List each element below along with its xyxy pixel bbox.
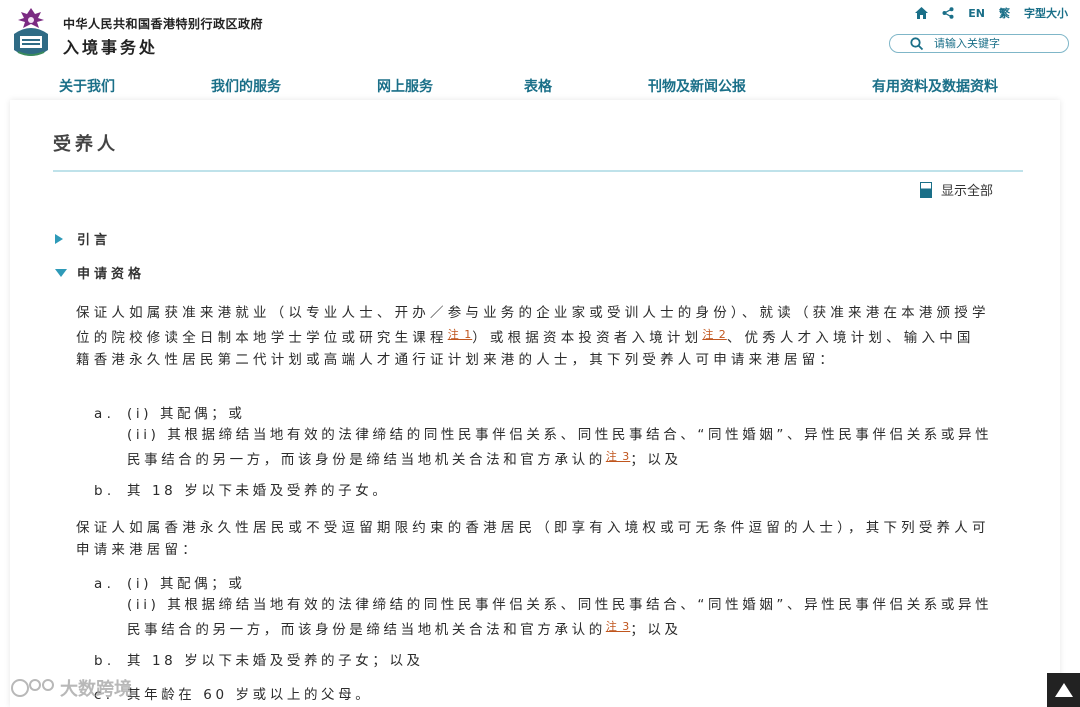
- list-item-text: ；以及: [630, 452, 682, 468]
- list-item-partner: (ii) 其根据缔结当地有效的法律缔结的同性民事伴侣关系、同性民事结合、“同性婚…: [127, 595, 1007, 641]
- list-item-text: (ii) 其根据缔结当地有效的法律缔结的同性民事伴侣关系、同性民事结合、“同性婚…: [127, 427, 993, 468]
- eligibility-paragraph-2: 保证人如属香港永久性居民或不受逗留期限约束的香港居民（即享有入境权或可无条件逗留…: [76, 520, 990, 558]
- nav-forms[interactable]: 表格: [524, 76, 552, 96]
- caret-down-icon: [55, 268, 67, 277]
- section-eligibility[interactable]: 申请资格: [55, 263, 145, 282]
- caret-right-icon: [55, 233, 63, 244]
- header-tools: EN 繁 字型大小: [915, 5, 1068, 21]
- footnote-link-2[interactable]: 注 2: [702, 328, 727, 341]
- hksar-emblem-icon[interactable]: [8, 6, 54, 62]
- arrow-up-icon: [1054, 683, 1073, 697]
- nav-online-services[interactable]: 网上服务: [377, 76, 433, 96]
- section-label: 申请资格: [77, 267, 146, 282]
- watermark-logo-icon: [11, 679, 54, 697]
- footnote-link-3[interactable]: 注 3: [606, 450, 631, 463]
- share-icon[interactable]: [942, 7, 954, 19]
- show-all-label: 显示全部: [941, 184, 994, 199]
- nav-about-us[interactable]: 关于我们: [59, 76, 115, 96]
- list-item-parents: 其年龄在 60 岁或以上的父母。: [127, 687, 373, 703]
- lang-traditional-link[interactable]: 繁: [999, 5, 1010, 21]
- list-marker: a .: [94, 576, 111, 592]
- footnote-link-3[interactable]: 注 3: [606, 620, 631, 633]
- nav-useful-info[interactable]: 有用资料及数据资料: [872, 76, 998, 96]
- search-icon[interactable]: [910, 36, 924, 51]
- list-item-partner: (ii) 其根据缔结当地有效的法律缔结的同性民事伴侣关系、同性民事结合、“同性婚…: [127, 425, 1007, 471]
- footnote-link-1[interactable]: 注 1: [448, 328, 473, 341]
- list-item-text: ；以及: [630, 622, 682, 638]
- watermark: 大数跨境: [10, 675, 132, 701]
- content-panel: 受养人 显示全部 引言 申请资格 保证人如属获准来港就业（以专业人士、开办／参与…: [10, 100, 1060, 707]
- section-introduction[interactable]: 引言: [55, 229, 111, 248]
- list-marker: b .: [94, 483, 112, 499]
- expand-toggle-icon[interactable]: [920, 181, 932, 198]
- main-nav: 关于我们 我们的服务 网上服务 表格 刊物及新闻公报 有用资料及数据资料: [0, 76, 1080, 98]
- watermark-text: 大数跨境: [60, 679, 132, 700]
- paragraph-text: ）或根据资本投资者入境计划: [472, 330, 703, 346]
- list-item-children: 其 18 岁以下未婚及受养的子女。: [127, 483, 390, 499]
- list-item-text: (ii) 其根据缔结当地有效的法律缔结的同性民事伴侣关系、同性民事结合、“同性婚…: [127, 597, 993, 638]
- show-all-toggle[interactable]: 显示全部: [920, 180, 993, 199]
- list-marker: a .: [94, 406, 111, 422]
- site-header: 中华人民共和国香港特别行政区政府 入境事务处 EN 繁 字型大小 关于我们 我们…: [0, 0, 1080, 100]
- home-icon[interactable]: [915, 7, 929, 19]
- list-item-spouse: (i) 其配偶；或: [127, 406, 246, 422]
- eligibility-paragraph-1: 保证人如属获准来港就业（以专业人士、开办／参与业务的企业家或受训人士的身份）、就…: [76, 302, 991, 371]
- list-marker: b .: [94, 653, 112, 669]
- section-label: 引言: [77, 233, 112, 248]
- title-divider: [53, 170, 1023, 172]
- nav-our-services[interactable]: 我们的服务: [211, 76, 281, 96]
- list-item-children: 其 18 岁以下未婚及受养的子女；以及: [127, 653, 424, 669]
- search-box[interactable]: [889, 34, 1069, 53]
- nav-publications-press[interactable]: 刊物及新闻公报: [648, 76, 746, 96]
- page-title: 受养人: [53, 134, 119, 155]
- search-input[interactable]: [934, 37, 1054, 50]
- back-to-top-button[interactable]: [1047, 673, 1080, 707]
- list-item-spouse: (i) 其配偶；或: [127, 576, 246, 592]
- department-title[interactable]: 入境事务处: [63, 34, 158, 58]
- font-size-link[interactable]: 字型大小: [1024, 5, 1068, 21]
- lang-en-link[interactable]: EN: [968, 7, 985, 20]
- government-title: 中华人民共和国香港特别行政区政府: [63, 17, 264, 31]
